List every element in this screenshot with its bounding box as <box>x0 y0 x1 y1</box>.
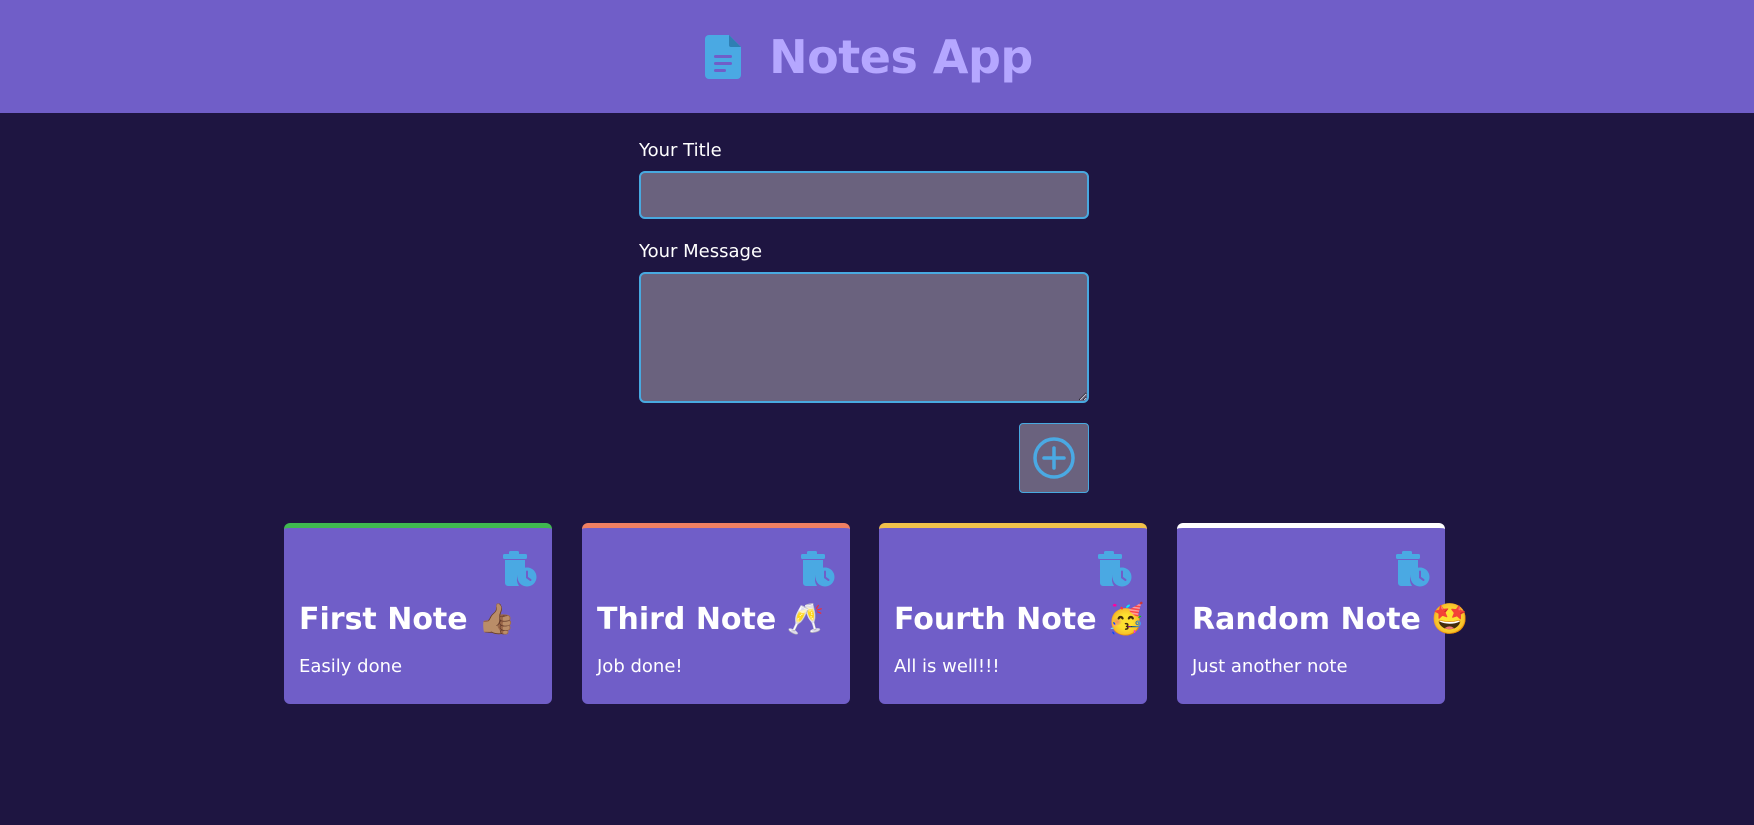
note-title: Third Note 🥂 <box>597 602 825 637</box>
note-title: First Note 👍🏽 <box>299 602 516 637</box>
note-card: First Note 👍🏽 Easily done <box>284 523 552 704</box>
delete-note-button[interactable] <box>1396 551 1430 587</box>
notes-list: First Note 👍🏽 Easily done Third Note 🥂 J… <box>284 523 1469 704</box>
app-title: Notes App <box>769 29 1033 84</box>
add-note-button[interactable] <box>1019 423 1089 493</box>
delete-timer-icon <box>503 551 537 587</box>
delete-timer-icon <box>1098 551 1132 587</box>
message-input[interactable] <box>639 272 1089 403</box>
delete-timer-icon <box>801 551 835 587</box>
title-input[interactable] <box>639 171 1089 219</box>
app-header: Notes App <box>0 0 1754 113</box>
note-title: Fourth Note 🥳 <box>894 602 1145 637</box>
plus-circle-icon <box>1033 437 1075 479</box>
note-card: Random Note 🤩 Just another note <box>1177 523 1469 704</box>
delete-timer-icon <box>1396 551 1430 587</box>
note-body: Job done! <box>597 656 683 677</box>
header-brand: Notes App <box>705 30 1033 84</box>
note-card: Fourth Note 🥳 All is well!!! <box>879 523 1147 704</box>
note-title: Random Note 🤩 <box>1192 602 1469 637</box>
message-label: Your Message <box>639 241 763 262</box>
delete-note-button[interactable] <box>1098 551 1132 587</box>
note-card: Third Note 🥂 Job done! <box>582 523 850 704</box>
document-icon <box>705 34 742 79</box>
note-body: Easily done <box>299 656 403 677</box>
note-form: Your Title Your Message <box>639 140 1089 403</box>
note-body: Just another note <box>1192 656 1348 677</box>
delete-note-button[interactable] <box>503 551 537 587</box>
title-label: Your Title <box>639 140 722 161</box>
note-body: All is well!!! <box>894 656 1000 677</box>
delete-note-button[interactable] <box>801 551 835 587</box>
